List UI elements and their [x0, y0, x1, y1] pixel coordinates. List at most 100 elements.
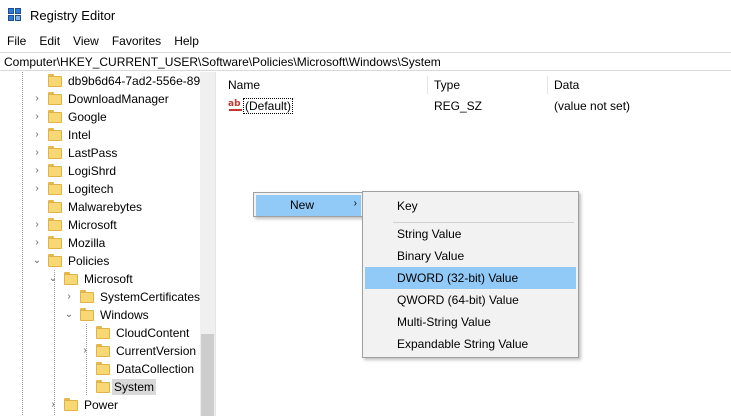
tree-item[interactable]: › Logitech: [0, 180, 200, 198]
tree-item-label: CurrentVersion: [116, 344, 197, 358]
tree-item-label: db9b6d64-7ad2-556e-893: [68, 74, 207, 88]
chevron-right-icon[interactable]: ›: [32, 130, 42, 140]
tree-item[interactable]: › LogiShrd: [0, 162, 200, 180]
chevron-right-icon[interactable]: ›: [32, 220, 42, 230]
submenu-item-expandable-string-value[interactable]: Expandable String Value: [365, 333, 576, 355]
menu-bar: File Edit View Favorites Help: [0, 31, 731, 51]
column-header-type[interactable]: Type: [427, 72, 547, 96]
folder-icon: [64, 398, 78, 411]
tree-scrollbar[interactable]: [200, 72, 215, 416]
submenu-item-multi-string-value[interactable]: Multi-String Value: [365, 311, 576, 333]
tree-item-label: DownloadManager: [68, 92, 169, 106]
chevron-right-icon[interactable]: ›: [64, 292, 74, 302]
chevron-down-icon[interactable]: ⌄: [48, 274, 58, 284]
submenu-item-label: String Value: [397, 227, 462, 241]
folder-icon: [48, 110, 62, 123]
list-header: Name Type Data: [221, 72, 731, 96]
title-bar: Registry Editor: [0, 0, 731, 30]
submenu-item-dword-value[interactable]: DWORD (32-bit) Value: [365, 267, 576, 289]
tree-item[interactable]: db9b6d64-7ad2-556e-893: [0, 72, 207, 90]
submenu-item-label: Multi-String Value: [397, 315, 491, 329]
menu-help[interactable]: Help: [167, 31, 205, 51]
tree-item-label: SystemCertificates: [100, 290, 201, 304]
value-data: (value not set): [554, 99, 631, 113]
tree-item[interactable]: › LastPass: [0, 144, 200, 162]
chevron-right-icon[interactable]: ›: [32, 148, 42, 158]
string-value-icon: ab: [228, 99, 242, 111]
tree-item-label: Power: [84, 398, 119, 412]
tree-scrollbar-thumb[interactable]: [201, 334, 214, 416]
tree-item-label: CloudContent: [116, 326, 190, 340]
tree-item[interactable]: › Google: [0, 108, 200, 126]
menu-view[interactable]: View: [66, 31, 105, 51]
tree-item-label: Google: [68, 110, 107, 124]
menu-edit[interactable]: Edit: [32, 31, 66, 51]
column-header-name[interactable]: Name: [221, 72, 427, 96]
folder-icon: [48, 200, 62, 213]
value-row[interactable]: ab (Default) REG_SZ (value not set): [221, 97, 731, 115]
registry-tree: db9b6d64-7ad2-556e-893 › DownloadManager…: [0, 72, 215, 416]
submenu-item-label: Binary Value: [397, 249, 465, 263]
tree-item-label: Windows: [100, 308, 149, 322]
tree-item-selected[interactable]: System: [0, 378, 200, 396]
submenu-item-qword-value[interactable]: QWORD (64-bit) Value: [365, 289, 576, 311]
tree-item[interactable]: ⌄ Policies: [0, 252, 200, 270]
address-path: Computer\HKEY_CURRENT_USER\Software\Poli…: [4, 55, 441, 69]
chevron-right-icon[interactable]: ›: [32, 238, 42, 248]
chevron-down-icon[interactable]: ⌄: [32, 256, 42, 266]
new-submenu: Key String Value Binary Value DWORD (32-…: [362, 191, 579, 358]
submenu-item-label: Expandable String Value: [397, 337, 529, 351]
value-type: REG_SZ: [434, 99, 483, 113]
tree-item[interactable]: › Microsoft: [0, 216, 200, 234]
tree-item[interactable]: › DownloadManager: [0, 90, 200, 108]
folder-icon: [48, 92, 62, 105]
tree-item-label: Policies: [68, 254, 110, 268]
folder-icon: [48, 164, 62, 177]
chevron-right-icon[interactable]: ›: [32, 184, 42, 194]
submenu-item-key[interactable]: Key: [365, 195, 576, 217]
chevron-right-icon[interactable]: ›: [80, 346, 90, 356]
chevron-right-icon[interactable]: ›: [48, 400, 58, 410]
tree-item-label: Mozilla: [68, 236, 106, 250]
chevron-down-icon[interactable]: ⌄: [64, 310, 74, 320]
tree-item-label: Intel: [68, 128, 91, 142]
address-bar[interactable]: Computer\HKEY_CURRENT_USER\Software\Poli…: [0, 52, 731, 71]
folder-icon: [48, 254, 62, 267]
folder-icon: [48, 218, 62, 231]
tree-item[interactable]: › SystemCertificates: [0, 288, 200, 306]
tree-item-label: LogiShrd: [68, 164, 117, 178]
tree-item[interactable]: › Intel: [0, 126, 200, 144]
tree-item[interactable]: ⌄ Windows: [0, 306, 200, 324]
menu-item-new[interactable]: New ›: [256, 195, 361, 216]
tree-item[interactable]: CloudContent: [0, 324, 200, 342]
tree-item[interactable]: ⌄ Microsoft: [0, 270, 200, 288]
tree-item-label: Logitech: [68, 182, 114, 196]
folder-icon: [48, 128, 62, 141]
folder-icon: [80, 308, 94, 321]
tree-item[interactable]: DataCollection: [0, 360, 200, 378]
column-header-data[interactable]: Data: [547, 72, 731, 96]
submenu-item-string-value[interactable]: String Value: [365, 223, 576, 245]
menu-item-new-label: New: [290, 198, 315, 212]
chevron-right-icon[interactable]: ›: [32, 112, 42, 122]
folder-icon: [80, 290, 94, 303]
menu-file[interactable]: File: [0, 31, 32, 51]
submenu-item-binary-value[interactable]: Binary Value: [365, 245, 576, 267]
submenu-item-label: Key: [397, 199, 418, 213]
submenu-item-label: QWORD (64-bit) Value: [397, 293, 519, 307]
context-menu: New ›: [253, 192, 364, 217]
folder-icon: [96, 344, 110, 357]
tree-item[interactable]: › Power: [0, 396, 200, 414]
tree-item-label: Microsoft: [84, 272, 133, 286]
tree-item-label: System: [112, 379, 157, 395]
registry-editor-icon: [8, 8, 22, 22]
tree-item[interactable]: › CurrentVersion: [0, 342, 200, 360]
folder-icon: [48, 74, 62, 87]
chevron-right-icon[interactable]: ›: [32, 94, 42, 104]
chevron-right-icon[interactable]: ›: [32, 166, 42, 176]
value-name: (Default): [243, 98, 294, 114]
folder-icon: [48, 236, 62, 249]
menu-favorites[interactable]: Favorites: [105, 31, 167, 51]
tree-item[interactable]: › Mozilla: [0, 234, 200, 252]
tree-item[interactable]: Malwarebytes: [0, 198, 200, 216]
